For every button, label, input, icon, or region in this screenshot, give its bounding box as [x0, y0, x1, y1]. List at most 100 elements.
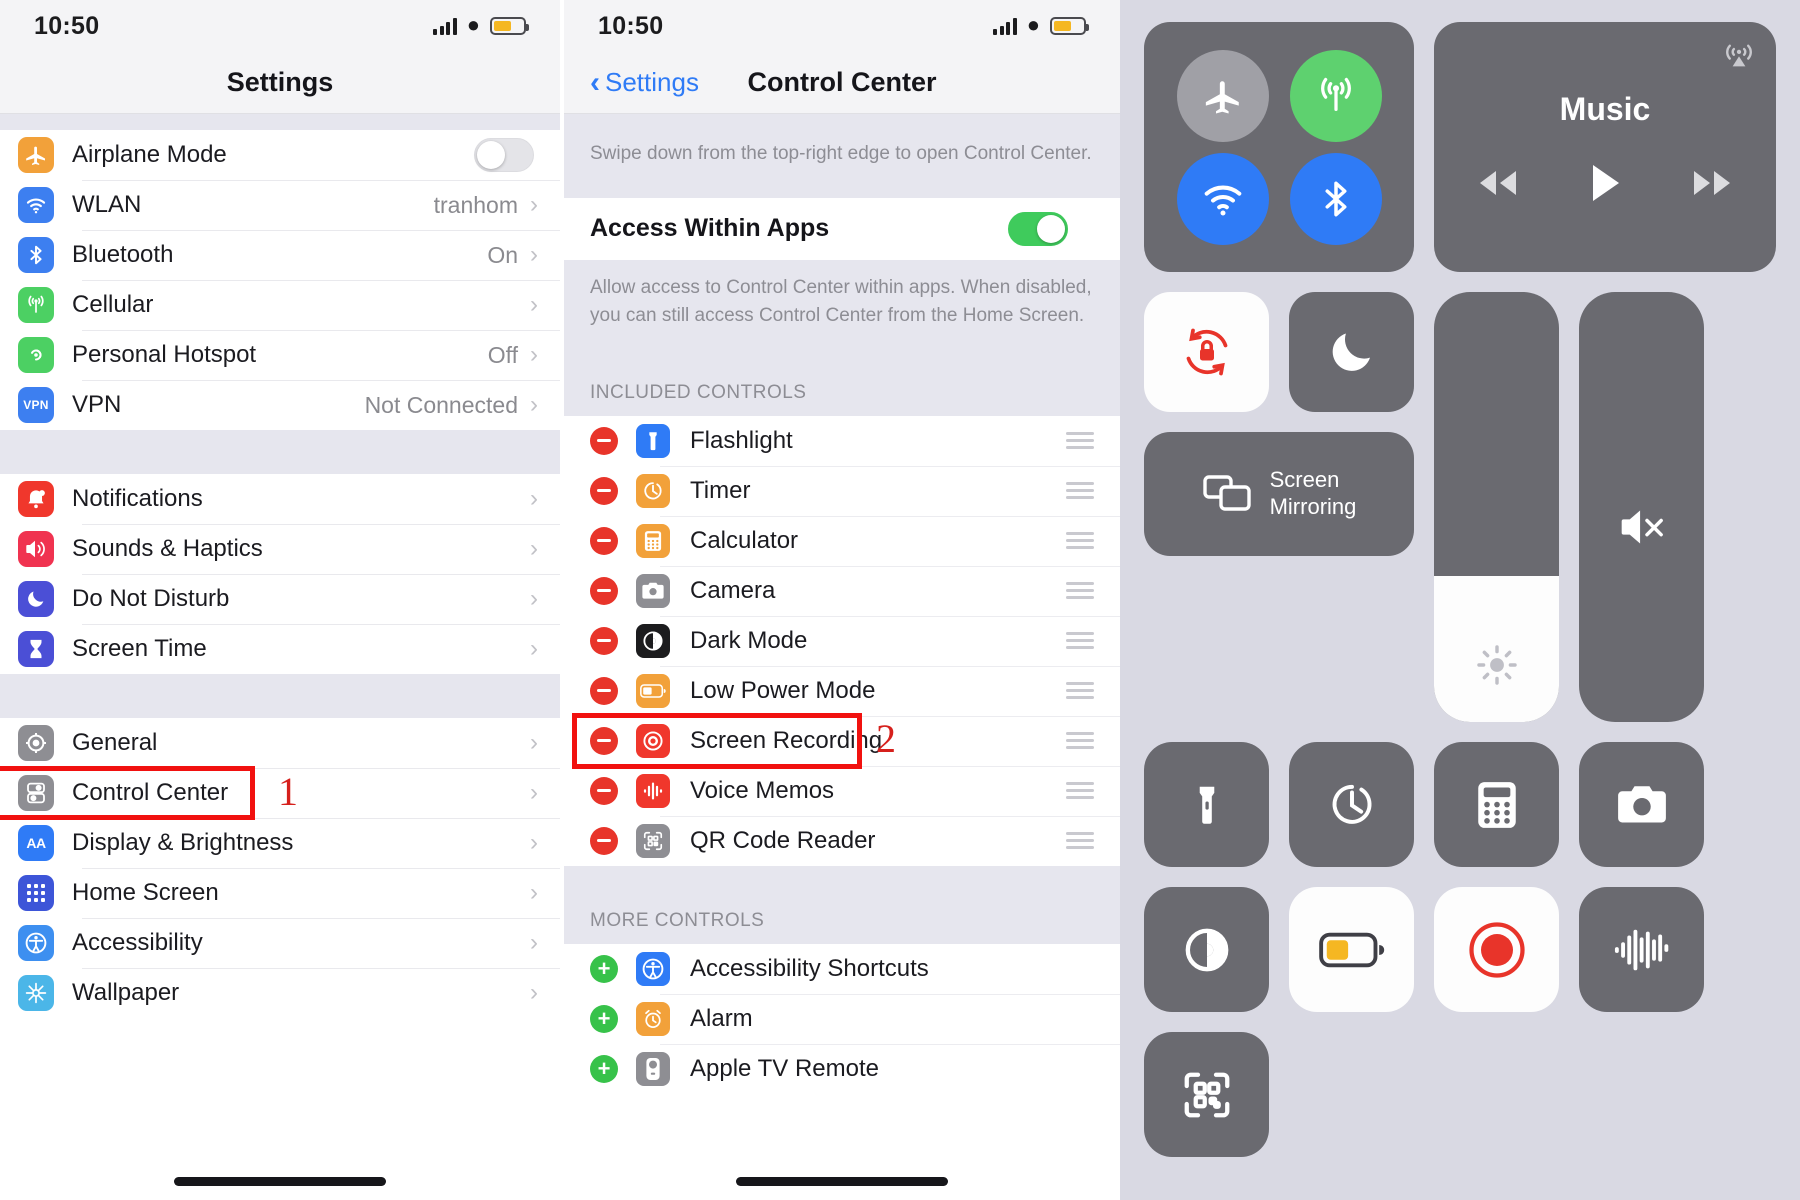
- control-row-camera[interactable]: Camera: [564, 565, 1120, 616]
- settings-row-home-screen[interactable]: Home Screen ›: [0, 868, 560, 918]
- settings-row-label: Home Screen: [72, 879, 219, 906]
- reorder-handle[interactable]: [1066, 532, 1094, 550]
- add-control-button[interactable]: +: [590, 1054, 618, 1083]
- do-not-disturb-button[interactable]: [1289, 292, 1414, 412]
- settings-row-notifications[interactable]: Notifications ›: [0, 474, 560, 524]
- airplane-mode-toggle[interactable]: [474, 138, 534, 172]
- remove-control-button[interactable]: [590, 676, 618, 705]
- bluetooth-button[interactable]: [1289, 152, 1382, 245]
- control-row-alarm[interactable]: + Alarm: [564, 993, 1120, 1044]
- control-row-dark-mode[interactable]: Dark Mode: [564, 615, 1120, 666]
- add-control-button[interactable]: +: [590, 1004, 618, 1033]
- settings-row-display-brightness[interactable]: AA Display & Brightness ›: [0, 818, 560, 868]
- home-indicator: [736, 1177, 948, 1186]
- brightness-slider[interactable]: [1434, 292, 1559, 722]
- dark-mode-button[interactable]: [1144, 887, 1269, 1012]
- control-row-accessibility-shortcuts[interactable]: + Accessibility Shortcuts: [564, 943, 1120, 994]
- settings-row-personal-hotspot[interactable]: Personal Hotspot Off ›: [0, 330, 560, 380]
- step-marker-2: 2: [876, 715, 896, 761]
- low-power-mode-icon: [636, 673, 670, 708]
- remove-control-button[interactable]: [590, 576, 618, 605]
- add-control-button[interactable]: +: [590, 954, 618, 983]
- control-row-calculator[interactable]: Calculator: [564, 515, 1120, 566]
- flashlight-button[interactable]: [1144, 742, 1269, 867]
- settings-row-do-not-disturb[interactable]: Do Not Disturb ›: [0, 574, 560, 624]
- control-row-flashlight[interactable]: Flashlight: [564, 415, 1120, 466]
- screen-recording-button[interactable]: [1434, 887, 1559, 1012]
- control-row-low-power-mode[interactable]: Low Power Mode: [564, 665, 1120, 716]
- settings-row-value: Off: [487, 341, 518, 368]
- reorder-handle[interactable]: [1066, 832, 1094, 850]
- settings-row-screen-time[interactable]: Screen Time ›: [0, 624, 560, 674]
- hint-block: Swipe down from the top-right edge to op…: [564, 114, 1120, 198]
- timer-button[interactable]: [1289, 742, 1414, 867]
- reorder-handle[interactable]: [1066, 732, 1094, 750]
- reorder-handle[interactable]: [1066, 582, 1094, 600]
- settings-row-label: Screen Time: [72, 635, 207, 662]
- control-row-screen-recording[interactable]: Screen Recording: [564, 715, 1120, 766]
- cellular-data-button[interactable]: [1289, 49, 1382, 142]
- group-spacer: [0, 430, 560, 474]
- music-tile[interactable]: Music: [1434, 22, 1776, 272]
- reorder-handle[interactable]: [1066, 682, 1094, 700]
- wifi-icon: ●: [1026, 12, 1040, 37]
- rewind-icon: [1480, 170, 1516, 195]
- settings-row-airplane-mode[interactable]: Airplane Mode: [0, 130, 560, 180]
- remove-control-button[interactable]: [590, 476, 618, 505]
- cc-button-row-1: [1144, 742, 1776, 867]
- volume-slider[interactable]: [1579, 292, 1704, 722]
- remove-control-button[interactable]: [590, 526, 618, 555]
- settings-row-value: tranhom: [433, 191, 518, 218]
- control-row-qr-code-reader[interactable]: QR Code Reader: [564, 815, 1120, 866]
- settings-nav-bar: Settings: [0, 52, 560, 114]
- calculator-button[interactable]: [1434, 742, 1559, 867]
- settings-row-cellular[interactable]: Cellular ›: [0, 280, 560, 330]
- rewind-button[interactable]: [1472, 165, 1524, 201]
- bluetooth-icon: [1325, 181, 1346, 216]
- reorder-handle[interactable]: [1066, 432, 1094, 450]
- voice-memos-button[interactable]: [1579, 887, 1704, 1012]
- remove-control-button[interactable]: [590, 626, 618, 655]
- home-indicator: [174, 1177, 386, 1186]
- screen-recording-icon: [1468, 921, 1525, 978]
- play-button[interactable]: [1588, 162, 1622, 204]
- chevron-right-icon: ›: [530, 829, 538, 856]
- remove-control-button[interactable]: [590, 826, 618, 855]
- remove-control-button[interactable]: [590, 426, 618, 455]
- more-controls-list: + Accessibility Shortcuts + Alarm + Apple TV …: [564, 943, 1120, 1094]
- screen-mirroring-button[interactable]: Screen Mirroring: [1144, 432, 1414, 556]
- reorder-handle[interactable]: [1066, 632, 1094, 650]
- settings-row-sounds-haptics[interactable]: Sounds & Haptics ›: [0, 524, 560, 574]
- rotation-lock-button[interactable]: [1144, 292, 1269, 412]
- apple-tv-remote-icon: [636, 1051, 670, 1086]
- low-power-mode-button[interactable]: [1289, 887, 1414, 1012]
- reorder-handle[interactable]: [1066, 782, 1094, 800]
- fast-forward-button[interactable]: [1686, 165, 1738, 201]
- settings-row-vpn[interactable]: VPN VPN Not Connected ›: [0, 380, 560, 430]
- control-row-apple-tv-remote[interactable]: + Apple TV Remote: [564, 1043, 1120, 1094]
- voice-memos-icon: [1614, 929, 1668, 970]
- reorder-handle[interactable]: [1066, 482, 1094, 500]
- settings-row-bluetooth[interactable]: Bluetooth On ›: [0, 230, 560, 280]
- control-row-timer[interactable]: Timer: [564, 465, 1120, 516]
- remove-control-button[interactable]: [590, 776, 618, 805]
- control-row-voice-memos[interactable]: Voice Memos: [564, 765, 1120, 816]
- settings-row-accessibility[interactable]: Accessibility ›: [0, 918, 560, 968]
- camera-button[interactable]: [1579, 742, 1704, 867]
- access-within-apps-row[interactable]: Access Within Apps: [564, 197, 1120, 260]
- back-button[interactable]: ‹ Settings: [590, 67, 699, 98]
- access-within-apps-toggle[interactable]: [1008, 211, 1068, 246]
- connectivity-tile[interactable]: [1144, 22, 1414, 272]
- settings-row-label: Cellular: [72, 291, 154, 318]
- cellular-signal-icon: [433, 17, 457, 35]
- settings-panel: 10:50 ● Settings Airplane Mode WLAN tranho…: [0, 0, 560, 1200]
- settings-row-wallpaper[interactable]: Wallpaper ›: [0, 968, 560, 1018]
- bluetooth-icon: [18, 237, 54, 273]
- settings-row-wlan[interactable]: WLAN tranhom ›: [0, 180, 560, 230]
- wifi-button[interactable]: [1176, 152, 1269, 245]
- airplane-mode-button[interactable]: [1176, 49, 1269, 142]
- remove-control-button[interactable]: [590, 726, 618, 755]
- settings-row-general[interactable]: General ›: [0, 718, 560, 768]
- airplay-icon[interactable]: [1722, 38, 1756, 72]
- qr-code-reader-button[interactable]: [1144, 1032, 1269, 1157]
